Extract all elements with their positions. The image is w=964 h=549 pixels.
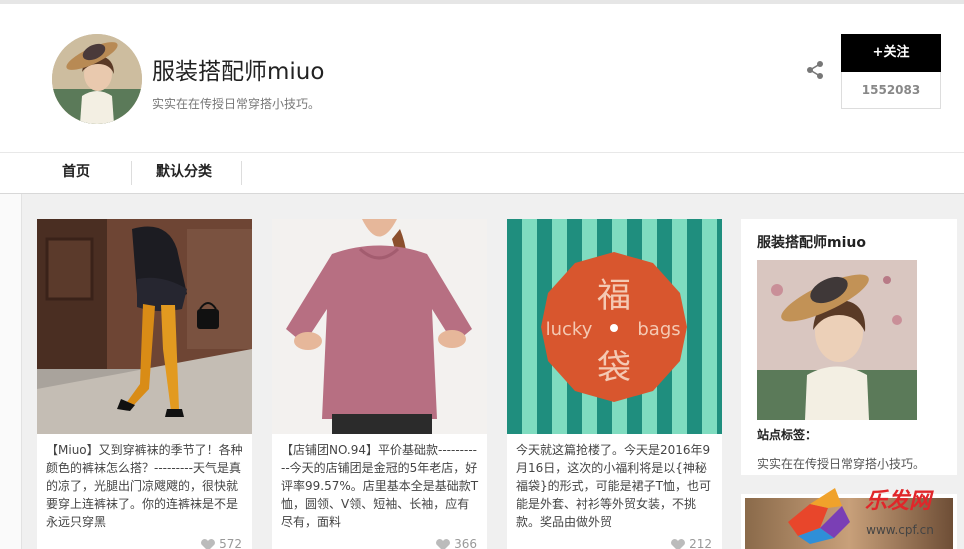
- heart-icon: [201, 538, 216, 549]
- heart-icon: [436, 538, 451, 549]
- left-gutter: [0, 194, 22, 549]
- blog-header: 服装搭配师miuo 实实在在传授日常穿搭小技巧。 +关注 1552083: [0, 4, 964, 152]
- like-count[interactable]: 212: [670, 537, 712, 549]
- blog-description: 实实在在传授日常穿搭小技巧。: [152, 97, 321, 111]
- sidebar-description: 实实在在传授日常穿搭小技巧。: [757, 457, 926, 471]
- sidebar-title[interactable]: 服装搭配师miuo: [757, 232, 866, 252]
- follower-count: 1552083: [841, 72, 941, 109]
- lucky-bag-dot: [610, 324, 618, 332]
- post-card[interactable]: 【Miuo】又到穿裤袜的季节了！各种颜色的裤袜怎么搭？---------天气是真…: [37, 219, 252, 549]
- nav-item-default-category[interactable]: 默认分类: [156, 153, 212, 193]
- watermark-text: 乐发网: [865, 488, 934, 514]
- site-watermark: 乐发网 www.cpf.cn: [780, 478, 960, 546]
- post-image-lucky-bag[interactable]: 福 lucky bags 袋: [507, 219, 722, 434]
- post-card[interactable]: 【店铺团NO.94】平价基础款-----------今天的店铺团是金冠的5年老店…: [272, 219, 487, 549]
- sidebar-profile: 服装搭配师miuo 站点标签： 实实在在传授日常穿搭小技巧。: [741, 219, 957, 475]
- post-excerpt[interactable]: 今天就这篇抢楼了。今天是2016年9月16日，这次的小福利将是以{神秘福袋}的形…: [516, 441, 716, 531]
- site-tags-label: 站点标签：: [757, 428, 818, 442]
- like-count[interactable]: 572: [200, 537, 242, 549]
- post-image-tshirt[interactable]: [272, 219, 487, 434]
- lucky-bag-word-right: bags: [637, 319, 680, 340]
- like-count-value: 572: [219, 537, 242, 549]
- sidebar-avatar[interactable]: [757, 260, 917, 420]
- post-excerpt[interactable]: 【Miuo】又到穿裤袜的季节了！各种颜色的裤袜怎么搭？---------天气是真…: [46, 441, 246, 531]
- lucky-bag-word-left: lucky: [546, 319, 593, 340]
- blog-title[interactable]: 服装搭配师miuo: [152, 52, 324, 86]
- like-count-value: 366: [454, 537, 477, 549]
- nav-bar: 首页 默认分类: [0, 152, 964, 194]
- avatar[interactable]: [52, 34, 142, 124]
- nav-divider: [131, 161, 132, 185]
- lucky-bag-top-char: 福: [597, 276, 631, 316]
- lucky-bag-bottom-char: 袋: [597, 348, 631, 388]
- watermark-url: www.cpf.cn: [866, 523, 934, 537]
- post-excerpt[interactable]: 【店铺团NO.94】平价基础款-----------今天的店铺团是金冠的5年老店…: [281, 441, 481, 531]
- heart-icon: [671, 538, 686, 549]
- post-card[interactable]: 福 lucky bags 袋 今天就这篇抢楼了。今天是2016年9月16日，这次…: [507, 219, 722, 549]
- follow-button[interactable]: +关注: [841, 34, 941, 72]
- like-count-value: 212: [689, 537, 712, 549]
- post-image-tights[interactable]: [37, 219, 252, 434]
- nav-divider: [241, 161, 242, 185]
- nav-item-home[interactable]: 首页: [62, 153, 90, 193]
- share-icon[interactable]: [805, 60, 825, 80]
- like-count[interactable]: 366: [435, 537, 477, 549]
